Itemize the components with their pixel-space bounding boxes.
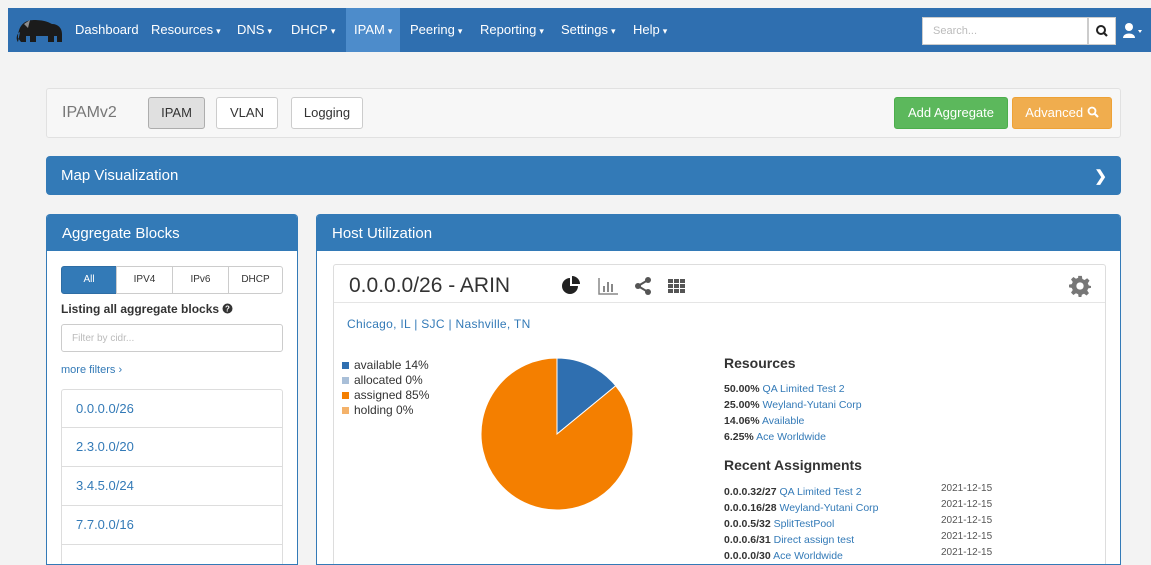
filter-ipv4[interactable]: IPV4	[116, 266, 173, 294]
gear-icon[interactable]	[1069, 275, 1091, 297]
block-detail-card: 0.0.0.0/26 - ARIN Chicago, IL | SJC | Na…	[333, 264, 1106, 564]
list-item[interactable]: 2.3.0.0/20	[61, 428, 283, 467]
search-input[interactable]: Search...	[922, 17, 1088, 45]
help-icon[interactable]: ?	[222, 303, 233, 314]
resource-link[interactable]: QA Limited Test 2	[763, 383, 845, 395]
search-icon	[1096, 25, 1108, 37]
listing-label: Listing all aggregate blocks ?	[61, 302, 233, 316]
list-item[interactable]: 0.0.0.0/26	[61, 389, 283, 428]
list-item[interactable]: 3.4.5.0/24	[61, 467, 283, 506]
nav-dashboard[interactable]: Dashboard	[68, 8, 146, 52]
nav-ipam[interactable]: IPAM ▾	[346, 8, 401, 52]
nav-settings[interactable]: Settings ▾	[554, 8, 623, 52]
nav-dhcp[interactable]: DHCP ▾	[284, 8, 342, 52]
chevron-right-icon[interactable]: ❯	[1094, 167, 1107, 185]
list-item[interactable]: 7.7.0.0/16	[61, 506, 283, 545]
share-icon[interactable]	[633, 276, 655, 296]
elephant-logo-icon[interactable]	[14, 14, 66, 46]
assignment-link[interactable]: Ace Worldwide	[773, 550, 843, 562]
legend-item: available 14%	[342, 358, 429, 373]
assignment-date: 2021-12-15	[941, 483, 993, 494]
pie-chart-icon[interactable]	[560, 276, 582, 296]
add-aggregate-button[interactable]: Add Aggregate	[894, 97, 1008, 129]
assignment-link[interactable]: SplitTestPool	[774, 518, 835, 530]
more-filters-link[interactable]: more filters ›	[61, 364, 122, 376]
utilization-pie-chart[interactable]	[477, 354, 637, 514]
aggregate-filter-tabs: All IPV4 IPv6 DHCP	[61, 266, 283, 294]
list-item: 25.00% Weyland-Yutani Corp	[724, 399, 862, 411]
filter-ipv6[interactable]: IPv6	[172, 266, 229, 294]
host-utilization-title: Host Utilization	[317, 214, 1120, 251]
filter-dhcp[interactable]: DHCP	[228, 266, 283, 294]
filter-all[interactable]: All	[61, 266, 117, 294]
chevron-right-icon: ›	[118, 364, 123, 376]
list-item: 6.25% Ace Worldwide	[724, 431, 826, 443]
map-visualization-bar[interactable]: Map Visualization ❯	[46, 156, 1121, 195]
tab-ipam[interactable]: IPAM	[148, 97, 205, 129]
legend-item: assigned 85%	[342, 388, 429, 403]
list-item: 14.06% Available	[724, 415, 805, 427]
assignment-date: 2021-12-15	[941, 531, 993, 542]
list-item: 50.00% QA Limited Test 2	[724, 383, 845, 395]
top-navbar: Dashboard Resources ▾ DNS ▾ DHCP ▾ IPAM ▾ Pe…	[8, 8, 1151, 52]
tab-vlan[interactable]: VLAN	[216, 97, 278, 129]
list-item: 0.0.0.0/30 Ace Worldwide 2021-12-15	[724, 547, 993, 562]
map-visualization-title: Map Visualization	[61, 167, 179, 184]
resource-link[interactable]: Available	[762, 415, 804, 427]
pie-legend: available 14% allocated 0% assigned 85% …	[342, 358, 429, 418]
nav-resources[interactable]: Resources ▾	[144, 8, 228, 52]
block-title: 0.0.0.0/26 - ARIN	[349, 274, 511, 297]
legend-item: allocated 0%	[342, 373, 429, 388]
nav-peering[interactable]: Peering ▾	[403, 8, 469, 52]
resource-link[interactable]: Ace Worldwide	[756, 431, 826, 443]
search-icon	[1087, 106, 1099, 118]
resource-link[interactable]: Weyland-Yutani Corp	[763, 399, 862, 411]
assignment-date: 2021-12-15	[941, 515, 993, 526]
resources-heading: Resources	[724, 355, 796, 371]
search-button[interactable]	[1088, 17, 1116, 45]
block-locations[interactable]: Chicago, IL | SJC | Nashville, TN	[347, 317, 531, 331]
assignment-link[interactable]: QA Limited Test 2	[779, 486, 861, 498]
resources-list: 50.00% QA Limited Test 2 25.00% Weyland-…	[724, 381, 862, 445]
nav-dns[interactable]: DNS ▾	[230, 8, 279, 52]
svg-text:?: ?	[225, 305, 230, 314]
host-utilization-panel: Host Utilization 0.0.0.0/26 - ARIN Chica…	[316, 214, 1121, 565]
ipam-toolbar: IPAMv2 IPAM VLAN Logging Add Aggregate A…	[46, 88, 1121, 138]
grid-icon[interactable]	[666, 276, 688, 296]
assignment-date: 2021-12-15	[941, 547, 993, 558]
aggregate-blocks-panel: Aggregate Blocks All IPV4 IPv6 DHCP List…	[46, 214, 298, 565]
ipam-title: IPAMv2	[62, 104, 117, 121]
list-item[interactable]	[61, 545, 283, 564]
recent-assignments-list: 0.0.0.32/27 QA Limited Test 2 2021-12-15 …	[724, 483, 1024, 564]
assignment-link[interactable]: Weyland-Yutani Corp	[779, 502, 878, 514]
cidr-filter-input[interactable]: Filter by cidr...	[61, 324, 283, 352]
assignment-link[interactable]: Direct assign test	[774, 534, 855, 546]
user-menu-icon[interactable]	[1122, 20, 1144, 42]
aggregate-block-list: 0.0.0.0/26 2.3.0.0/20 3.4.5.0/24 7.7.0.0…	[61, 389, 283, 564]
legend-item: holding 0%	[342, 403, 429, 418]
recent-assignments-heading: Recent Assignments	[724, 457, 862, 473]
tab-logging[interactable]: Logging	[291, 97, 363, 129]
advanced-search-button[interactable]: Advanced	[1012, 97, 1112, 129]
aggregate-blocks-title: Aggregate Blocks	[47, 214, 297, 251]
nav-help[interactable]: Help ▾	[626, 8, 674, 52]
bar-chart-icon[interactable]	[597, 276, 619, 296]
nav-reporting[interactable]: Reporting ▾	[473, 8, 551, 52]
assignment-date: 2021-12-15	[941, 499, 993, 510]
